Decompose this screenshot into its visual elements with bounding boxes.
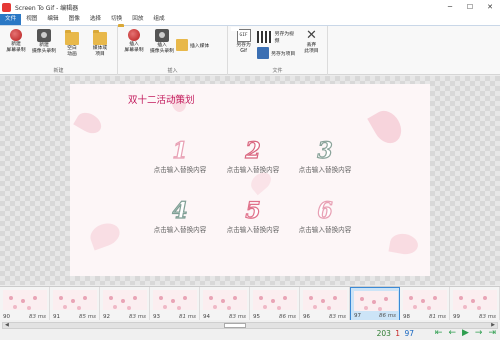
menu-bar: 文件 视图 编辑 图像 选择 切换 回放 组成 xyxy=(0,14,500,26)
scroll-left-icon[interactable]: ◀ xyxy=(5,322,9,328)
video-icon xyxy=(257,31,273,43)
frame-list: 90 83 ms 91 85 ms 92 83 ms 93 81 ms 94 8… xyxy=(0,286,500,320)
play-icon[interactable]: ▶ xyxy=(462,329,469,338)
slide-item-6[interactable]: 6 点击输入替换内容 xyxy=(290,197,360,235)
first-frame-icon[interactable]: ⇤ xyxy=(435,329,443,338)
petal-decoration xyxy=(388,231,420,257)
insert-media-button[interactable]: 插入媒体 xyxy=(176,39,209,51)
webcam-icon xyxy=(37,29,51,42)
ribbon-group-label: 新建 xyxy=(53,68,64,74)
title-bar: Screen To Gif - 编辑器 ─ ☐ ✕ xyxy=(0,0,500,14)
frame-image xyxy=(453,290,497,310)
insert-webcam-recording-button[interactable]: 插入 摄像头录制 xyxy=(149,28,175,55)
maximize-button[interactable]: ☐ xyxy=(460,0,480,14)
new-screen-recording-button[interactable]: 新建 屏幕录制 xyxy=(3,28,29,54)
save-as-gif-button[interactable]: GIF 另存为 Gif xyxy=(231,28,256,55)
petal-decoration xyxy=(73,108,105,138)
tab-file[interactable]: 文件 xyxy=(0,14,22,25)
insert-screen-recording-button[interactable]: 插入 屏幕录制 xyxy=(121,28,147,54)
last-frame-icon[interactable]: ⇥ xyxy=(488,329,496,338)
frame-thumbnail[interactable]: 93 81 ms xyxy=(150,287,200,320)
minimize-button[interactable]: ─ xyxy=(440,0,460,14)
frame-thumbnail[interactable]: 96 83 ms xyxy=(300,287,350,320)
frame-image xyxy=(303,290,347,310)
blank-animation-button[interactable]: 空白 动画 xyxy=(59,28,85,58)
window-title: Screen To Gif - 编辑器 xyxy=(15,4,79,12)
media-or-project-button[interactable]: 媒体或 项目 xyxy=(87,28,113,58)
slide-item-5[interactable]: 5 点击输入替换内容 xyxy=(218,197,288,235)
frame-counts: 203 1 97 xyxy=(377,329,414,338)
frame-image xyxy=(103,290,147,310)
frame-image xyxy=(153,290,197,310)
frame-thumbnail[interactable]: 90 83 ms xyxy=(0,287,50,320)
frame-preview: 双十二活动策划 1 点击输入替换内容 2 点击输入替换内容 3 点击输入替换内容… xyxy=(70,84,430,276)
frame-thumbnail[interactable]: 92 83 ms xyxy=(100,287,150,320)
window-controls: ─ ☐ ✕ xyxy=(440,0,500,14)
tab-view[interactable]: 视图 xyxy=(21,14,42,25)
frame-image xyxy=(3,290,47,310)
ribbon-group-label: 插入 xyxy=(167,68,178,74)
frame-image xyxy=(203,290,247,310)
selected-count: 1 xyxy=(395,329,401,338)
save-as-project-button[interactable]: 另存为项目 xyxy=(257,47,298,59)
ribbon-group-label: 文件 xyxy=(272,68,283,74)
slide-item-4[interactable]: 4 点击输入替换内容 xyxy=(145,197,215,235)
slide-title: 双十二活动策划 xyxy=(128,95,195,106)
tab-transitions[interactable]: 切换 xyxy=(106,14,127,25)
petal-decoration xyxy=(367,105,407,149)
blank-folder-icon xyxy=(65,30,79,45)
slide-item-3[interactable]: 3 点击输入替换内容 xyxy=(290,137,360,175)
frame-thumbnail[interactable]: 95 86 ms xyxy=(250,287,300,320)
frame-image xyxy=(53,290,97,310)
slide-item-1[interactable]: 1 点击输入替换内容 xyxy=(145,137,215,175)
next-frame-icon[interactable]: → xyxy=(475,329,483,338)
scrollbar-thumb[interactable] xyxy=(224,323,246,328)
media-folder-icon xyxy=(93,30,107,45)
total-frames: 203 xyxy=(376,329,391,338)
tab-image[interactable]: 图像 xyxy=(64,14,85,25)
frame-thumbnail[interactable]: 91 85 ms xyxy=(50,287,100,320)
tab-edit[interactable]: 编辑 xyxy=(42,14,63,25)
app-icon xyxy=(2,2,11,12)
record-icon xyxy=(10,29,22,41)
frame-image xyxy=(354,291,398,311)
frame-list-scrollbar[interactable]: ◀ ▶ xyxy=(2,322,498,329)
tab-select[interactable]: 选择 xyxy=(85,14,106,25)
ribbon: 新建 屏幕录制 新建 摄像头录制 空白 动画 媒体或 项目 新建 插入 屏幕录制… xyxy=(0,26,500,75)
status-bar: ◀ ▶ 203 1 97 ⇤ ← ▶ → ⇥ xyxy=(0,320,500,340)
webcam-icon xyxy=(155,29,169,42)
petal-decoration xyxy=(87,219,123,251)
tab-playback[interactable]: 回放 xyxy=(127,14,148,25)
new-webcam-recording-button[interactable]: 新建 摄像头录制 xyxy=(31,28,57,55)
save-as-video-button[interactable]: 另存为视频 xyxy=(257,30,298,44)
insert-media-icon xyxy=(176,39,188,51)
save-options: 另存为视频 另存为项目 xyxy=(257,30,298,59)
previous-frame-icon[interactable]: ← xyxy=(448,329,456,338)
ribbon-group-new: 新建 屏幕录制 新建 摄像头录制 空白 动画 媒体或 项目 新建 xyxy=(0,26,118,75)
playback-navigation: ⇤ ← ▶ → ⇥ xyxy=(429,329,496,338)
ribbon-group-insert: 插入 屏幕录制 插入 摄像头录制 插入媒体 插入 xyxy=(118,26,228,75)
discard-icon: ✕ xyxy=(305,28,317,43)
slide-item-2[interactable]: 2 点击输入替换内容 xyxy=(218,137,288,175)
close-button[interactable]: ✕ xyxy=(480,0,500,14)
record-icon xyxy=(128,29,140,41)
tab-compose[interactable]: 组成 xyxy=(148,14,169,25)
frame-thumbnail[interactable]: 94 83 ms xyxy=(200,287,250,320)
discard-project-button[interactable]: ✕ 丢弃 此项目 xyxy=(299,28,324,55)
frame-image xyxy=(403,290,447,310)
current-frame: 97 xyxy=(404,329,414,338)
frame-thumbnail[interactable]: 99 83 ms xyxy=(450,287,500,320)
ribbon-group-file: GIF 另存为 Gif 另存为视频 另存为项目 ✕ 丢弃 此项目 文件 xyxy=(228,26,328,75)
frame-image xyxy=(253,290,297,310)
frame-thumbnail-selected[interactable]: 97 86 ms xyxy=(350,287,400,320)
frame-thumbnail[interactable]: 98 81 ms xyxy=(400,287,450,320)
project-disk-icon xyxy=(257,47,270,59)
